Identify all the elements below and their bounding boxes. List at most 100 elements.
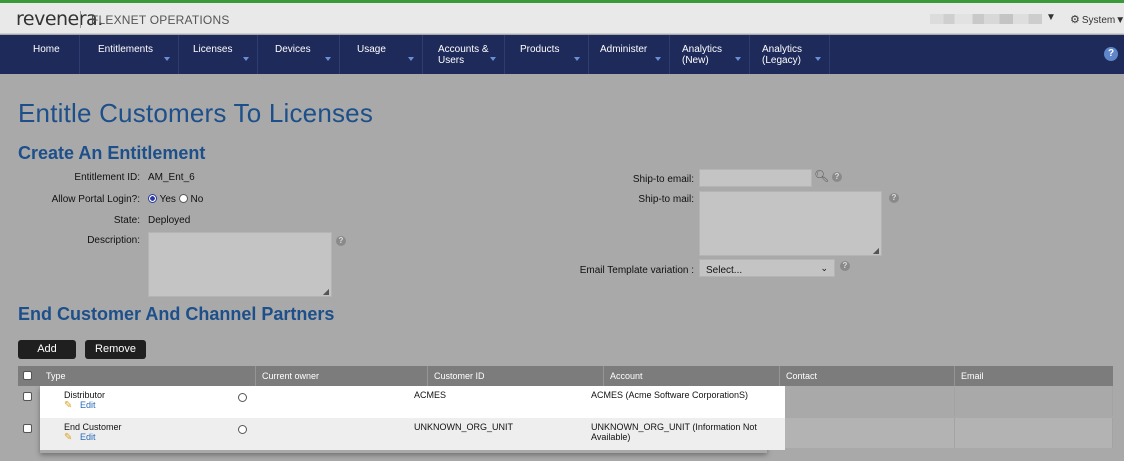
entitlement-id-value: AM_Ent_6 (148, 172, 195, 183)
portal-login-options: Yes No (148, 194, 203, 205)
row-account-continued: Available) (591, 432, 631, 442)
column-header-customer-id[interactable]: Customer ID (428, 366, 604, 386)
nav-home[interactable]: Home (0, 35, 80, 74)
nav-accounts-users-label: Accounts & (438, 44, 489, 55)
state-value: Deployed (148, 215, 191, 226)
edit-link[interactable]: Edit (80, 432, 96, 442)
table-row[interactable]: Distributor ✎ Edit ACMES ACMES (Acme Sof… (18, 386, 1113, 418)
row-email (955, 386, 1113, 416)
section-title-end-customer-partners: End Customer And Channel Partners (18, 304, 335, 324)
add-button[interactable]: Add (18, 340, 76, 359)
table-header: Type Current owner Customer ID Account C… (18, 366, 1113, 386)
nav-usage[interactable]: Usage (340, 35, 423, 74)
column-header-email[interactable]: Email (955, 366, 1113, 386)
portal-login-yes-radio[interactable] (148, 194, 157, 203)
email-template-label: Email Template variation : (579, 265, 694, 276)
description-label: Description: (87, 235, 140, 246)
system-menu[interactable]: ⚙ System▼ (1070, 13, 1124, 26)
column-header-current-owner[interactable]: Current owner (256, 366, 428, 386)
nav-administer-label: Administer (600, 44, 648, 55)
column-header-type[interactable]: Type (40, 366, 256, 386)
ship-to-mail-label: Ship-to mail: (638, 194, 694, 205)
chevron-down-icon (325, 57, 331, 61)
state-label: State: (113, 215, 140, 226)
portal-login-no-radio[interactable] (178, 194, 188, 203)
chevron-down-icon (574, 57, 580, 61)
ship-to-email-label: Ship-to email: (632, 174, 694, 185)
column-header-contact[interactable]: Contact (780, 366, 955, 386)
system-menu-label: System (1081, 15, 1116, 26)
email-template-select[interactable]: Select... ⌄ (699, 259, 835, 277)
nav-products-label: Products (520, 44, 560, 55)
ship-to-email-input[interactable] (699, 169, 812, 187)
row-account: ACMES (Acme Software CorporationS) (591, 390, 749, 400)
nav-devices[interactable]: Devices (258, 35, 340, 74)
edit-link[interactable]: Edit (80, 400, 96, 410)
entitlement-id-label: Entitlement ID: (74, 172, 140, 183)
nav-home-label: Home (33, 44, 60, 55)
page-title: Entitle Customers To Licenses (18, 98, 374, 128)
remove-button[interactable]: Remove (85, 340, 146, 359)
pencil-icon[interactable]: ✎ (64, 400, 72, 411)
row-customer-id: ACMES (414, 390, 447, 400)
row-contact (785, 386, 955, 416)
table-row[interactable]: End Customer ✎ Edit UNKNOWN_ORG_UNIT UNK… (18, 418, 1113, 450)
ship-to-mail-textarea[interactable]: ◢ (699, 191, 882, 256)
header-divider (80, 11, 81, 28)
chevron-down-icon (243, 57, 249, 61)
chevron-down-icon (164, 57, 170, 61)
system-menu-caret-icon: ▼ (1115, 15, 1124, 26)
revenera-logo[interactable]: revenera. (16, 8, 103, 30)
row-checkbox[interactable] (23, 392, 32, 401)
nav-analytics-legacy-label: Analytics (762, 44, 803, 55)
gear-icon: ⚙ (1070, 14, 1080, 26)
portal-login-yes-label: Yes (159, 194, 176, 205)
portal-login-no-label: No (190, 194, 204, 205)
description-textarea[interactable]: ◢ (148, 232, 332, 297)
nav-accounts-users[interactable]: Accounts & Users (423, 35, 505, 74)
email-template-help-icon[interactable]: ? (840, 261, 850, 271)
chevron-down-icon (655, 57, 661, 61)
main-navigation: Home Entitlements Licenses Devices Usage… (0, 35, 1124, 74)
nav-entitlements-label: Entitlements (98, 44, 154, 55)
description-help-icon[interactable]: ? (336, 236, 346, 246)
nav-licenses-label: Licenses (193, 44, 233, 55)
app-header: revenera. FLEXNET OPERATIONS ▼ ⚙ System▼ (0, 3, 1124, 34)
section-title-create-entitlement: Create An Entitlement (18, 143, 206, 163)
row-type: End Customer (64, 422, 122, 432)
nav-administer[interactable]: Administer (589, 35, 670, 74)
current-owner-radio[interactable] (238, 393, 247, 402)
search-icon[interactable]: 🔍︎ (814, 169, 829, 183)
row-checkbox[interactable] (23, 424, 32, 433)
resize-grip-icon[interactable]: ◢ (323, 287, 329, 296)
user-menu-caret-icon[interactable]: ▼ (1046, 12, 1056, 23)
row-account: UNKNOWN_ORG_UNIT (Information Not (591, 422, 757, 432)
select-all-checkbox[interactable] (23, 371, 32, 380)
column-header-account[interactable]: Account (604, 366, 780, 386)
current-owner-radio[interactable] (238, 425, 247, 434)
nav-licenses[interactable]: Licenses (179, 35, 258, 74)
nav-analytics-legacy[interactable]: Analytics (Legacy) (750, 35, 830, 74)
row-contact (785, 418, 955, 448)
resize-grip-icon[interactable]: ◢ (873, 246, 879, 255)
chevron-down-icon (490, 57, 496, 61)
user-menu[interactable] (930, 14, 1042, 24)
row-email (955, 418, 1113, 448)
ship-to-mail-help-icon[interactable]: ? (889, 193, 899, 203)
nav-devices-label: Devices (275, 44, 311, 55)
product-name: FLEXNET OPERATIONS (91, 13, 230, 27)
chevron-down-icon (408, 57, 414, 61)
row-type: Distributor (64, 390, 106, 400)
chevron-down-icon: ⌄ (820, 263, 828, 273)
help-icon[interactable]: ? (1104, 47, 1118, 61)
email-template-value: Select... (706, 265, 743, 276)
pencil-icon[interactable]: ✎ (64, 432, 72, 443)
nav-analytics-new[interactable]: Analytics (New) (670, 35, 750, 74)
row-customer-id: UNKNOWN_ORG_UNIT (414, 422, 514, 432)
ship-to-email-help-icon[interactable]: ? (832, 172, 842, 182)
chevron-down-icon (815, 57, 821, 61)
nav-entitlements[interactable]: Entitlements (80, 35, 179, 74)
nav-products[interactable]: Products (505, 35, 589, 74)
nav-analytics-new-label: Analytics (682, 44, 723, 55)
portal-login-label: Allow Portal Login?: (51, 194, 140, 205)
